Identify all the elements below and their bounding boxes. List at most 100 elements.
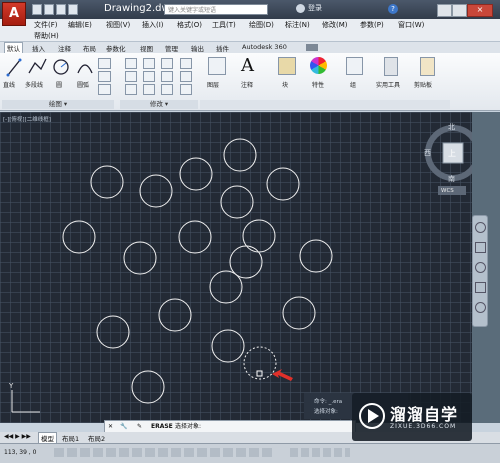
- drawing-canvas[interactable]: Y: [0, 112, 472, 423]
- help-icon[interactable]: ?: [388, 4, 398, 14]
- menu-modify[interactable]: 修改(M): [322, 20, 348, 30]
- move-icon[interactable]: [125, 58, 137, 69]
- calculator-icon[interactable]: [384, 57, 398, 76]
- viewcube-south[interactable]: 南: [448, 174, 455, 184]
- menu-insert[interactable]: 插入(I): [142, 20, 164, 30]
- polyline-icon[interactable]: [27, 57, 47, 77]
- status-tools[interactable]: [290, 448, 350, 457]
- new-icon[interactable]: [32, 4, 42, 15]
- tab-layout1[interactable]: 布局1: [62, 433, 79, 443]
- block-label: 块: [282, 82, 289, 89]
- trim-icon[interactable]: [161, 58, 173, 69]
- array-icon[interactable]: [161, 84, 173, 95]
- save-icon[interactable]: [56, 4, 66, 15]
- annotation-icon[interactable]: A: [241, 55, 254, 76]
- offset-icon[interactable]: [180, 84, 192, 95]
- circle-icon[interactable]: [52, 57, 70, 77]
- close-button[interactable]: ×: [467, 4, 493, 17]
- viewport-controls[interactable]: [-][俯视][二维线框]: [3, 115, 51, 123]
- undo-icon[interactable]: [68, 4, 78, 15]
- tab-manage[interactable]: 管理: [165, 43, 178, 53]
- watermark-title: 溜溜自学: [390, 405, 459, 424]
- menu-parametric[interactable]: 参数(P): [360, 20, 384, 30]
- properties-icon[interactable]: [310, 57, 327, 74]
- menu-file[interactable]: 文件(F): [34, 20, 58, 30]
- layers-icon[interactable]: [208, 57, 226, 75]
- navigation-bar[interactable]: [472, 215, 488, 327]
- ribbon-toggle-icon[interactable]: [306, 44, 318, 51]
- minimize-button[interactable]: [437, 4, 452, 17]
- menu-draw[interactable]: 绘图(D): [249, 20, 274, 30]
- tab-plugins[interactable]: 插件: [216, 43, 229, 53]
- watermark-logo-icon: [359, 403, 385, 429]
- drawn-circle: [299, 239, 333, 273]
- drawn-circle: [223, 138, 257, 172]
- region-icon[interactable]: [98, 84, 111, 95]
- arc-icon[interactable]: [76, 57, 94, 77]
- menu-tools[interactable]: 工具(T): [212, 20, 236, 30]
- tab-insert[interactable]: 插入: [32, 43, 45, 53]
- panel-modify-title[interactable]: 修改 ▾: [120, 100, 198, 109]
- panel-draw-title[interactable]: 绘图 ▾: [2, 100, 114, 109]
- viewcube-north[interactable]: 北: [448, 122, 455, 132]
- hatch-icon[interactable]: [98, 71, 111, 82]
- open-icon[interactable]: [44, 4, 54, 15]
- coordinates: 113, 39 , 0: [4, 449, 37, 456]
- status-bar: 113, 39 , 0: [0, 443, 500, 463]
- fillet-icon[interactable]: [161, 71, 173, 82]
- explode-icon[interactable]: [180, 71, 192, 82]
- utilities-label: 实用工具: [376, 82, 401, 89]
- tab-default[interactable]: 默认: [4, 42, 23, 53]
- stretch-icon[interactable]: [125, 84, 137, 95]
- layout-nav-arrows[interactable]: ◀◀ ▶ ▶▶: [4, 433, 31, 440]
- arc-label: 圆弧: [77, 82, 90, 89]
- orbit-icon[interactable]: [475, 282, 486, 293]
- menu-view[interactable]: 视图(V): [106, 20, 130, 30]
- search-input[interactable]: 键入关键字或短语: [164, 4, 268, 15]
- menu-window[interactable]: 窗口(W): [398, 20, 424, 30]
- layers-label: 图层: [207, 82, 220, 89]
- copy-icon[interactable]: [125, 71, 137, 82]
- tab-output[interactable]: 输出: [191, 43, 204, 53]
- tab-annotate[interactable]: 注释: [58, 43, 71, 53]
- application-menu-button[interactable]: A: [2, 2, 26, 26]
- drawn-circle: [90, 165, 124, 199]
- drawn-circle: [139, 174, 173, 208]
- clipboard-icon[interactable]: [420, 57, 435, 76]
- group-icon[interactable]: [346, 57, 363, 75]
- menu-edit[interactable]: 编辑(E): [68, 20, 92, 30]
- pan-icon[interactable]: [475, 242, 486, 253]
- login-button[interactable]: 登录: [308, 3, 322, 13]
- block-icon[interactable]: [278, 57, 296, 75]
- scale-icon[interactable]: [143, 84, 155, 95]
- menu-dimension[interactable]: 标注(N): [285, 20, 310, 30]
- command-history-line: 命令: _.era: [314, 399, 343, 405]
- drawn-circle: [158, 298, 192, 332]
- polyline-label: 多段线: [25, 82, 44, 89]
- viewcube-west[interactable]: 西: [424, 148, 431, 158]
- tab-layout[interactable]: 布局: [83, 43, 96, 53]
- menu-help[interactable]: 帮助(H): [34, 31, 59, 41]
- tab-view[interactable]: 视图: [140, 43, 153, 53]
- ribbon-panel-bar: [200, 100, 450, 109]
- steering-wheel-icon[interactable]: [475, 222, 486, 233]
- viewcube-top-face[interactable]: 上: [448, 148, 456, 159]
- zoom-icon[interactable]: [475, 262, 486, 273]
- wcs-menu[interactable]: WCS: [441, 188, 454, 194]
- rotate-icon[interactable]: [143, 58, 155, 69]
- tab-layout2[interactable]: 布局2: [88, 433, 105, 443]
- red-arrow: [272, 369, 293, 381]
- drawn-circle: [123, 241, 157, 275]
- line-icon[interactable]: [6, 57, 22, 77]
- properties-label: 特性: [312, 82, 325, 89]
- tab-autodesk-360[interactable]: Autodesk 360: [242, 43, 287, 51]
- mirror-icon[interactable]: [143, 71, 155, 82]
- erase-icon[interactable]: [180, 58, 192, 69]
- command-history-line: 选择对象:: [314, 409, 338, 415]
- drafting-toggles[interactable]: [54, 448, 274, 457]
- rectangle-icon[interactable]: [98, 58, 111, 69]
- maximize-button[interactable]: [452, 4, 467, 17]
- menu-format[interactable]: 格式(O): [177, 20, 202, 30]
- showmotion-icon[interactable]: [475, 302, 486, 313]
- tab-parametric[interactable]: 参数化: [106, 43, 126, 53]
